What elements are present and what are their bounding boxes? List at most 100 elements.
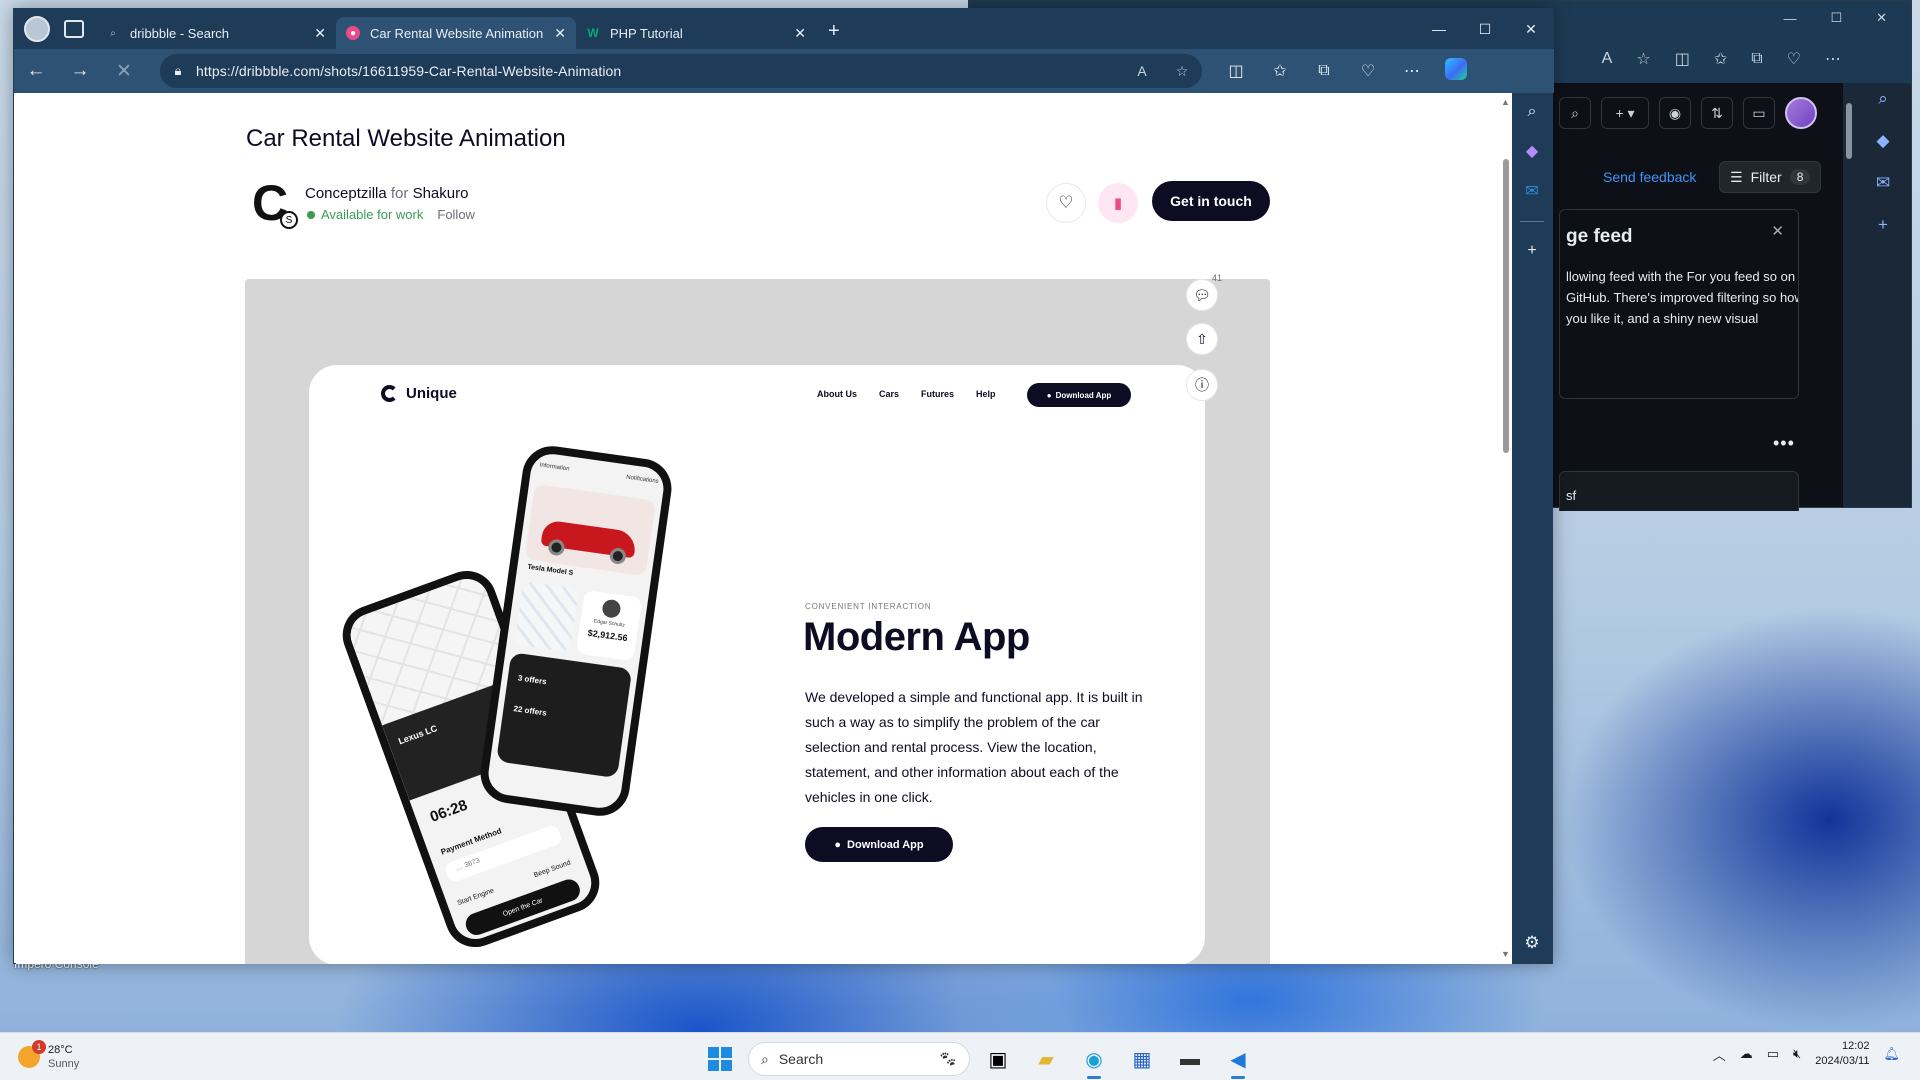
create-new-icon[interactable]: + ▾ xyxy=(1601,97,1649,129)
more-icon[interactable]: ⋯ xyxy=(1390,61,1434,81)
shot-media[interactable]: Unique About Us Cars Futures Help ● Down… xyxy=(245,279,1270,964)
team-name[interactable]: Shakuro xyxy=(413,185,469,202)
weather-text: 28°C Sunny xyxy=(48,1043,79,1071)
search-icon[interactable]: ⌕ xyxy=(1528,103,1537,121)
cloud-offline-icon[interactable]: ☁ xyxy=(1740,1046,1753,1062)
author-name[interactable]: Conceptzilla xyxy=(305,185,387,202)
close-icon[interactable]: ✕ xyxy=(1771,222,1784,240)
tab-dribbble-search[interactable]: ⌕ dribbble - Search ✕ xyxy=(96,17,336,49)
add-icon[interactable]: + xyxy=(1527,242,1536,260)
search-icon[interactable]: ⌕ xyxy=(1878,89,1888,109)
weather-widget[interactable]: 1 28°C Sunny xyxy=(18,1040,79,1071)
close-tab-icon[interactable]: ✕ xyxy=(314,25,326,42)
store-icon[interactable]: ▦ xyxy=(1122,1039,1162,1079)
info-button[interactable]: ⓘ xyxy=(1186,369,1218,401)
url-text[interactable]: https://dribbble.com/shots/16611959-Car-… xyxy=(196,63,1122,79)
back-icon[interactable]: ← xyxy=(14,60,58,82)
eyebrow-text: CONVENIENT INTERACTION xyxy=(805,602,932,611)
tab-car-rental[interactable]: ● Car Rental Website Animation by ✕ xyxy=(336,17,576,49)
collections-icon[interactable]: ⧉ xyxy=(1751,50,1762,68)
phone-mockup: Information Notifications Tesla Model S xyxy=(476,442,676,820)
close-icon[interactable]: ✕ xyxy=(1876,10,1887,26)
dribbble-icon: ● xyxy=(346,26,360,40)
notification-bell-icon[interactable]: 🔔︎ xyxy=(1883,1046,1900,1062)
filter-label: Filter xyxy=(1750,169,1782,185)
clock[interactable]: 12:02 2024/03/11 xyxy=(1815,1039,1869,1069)
scrollbar[interactable]: ▲ ▼ xyxy=(1500,93,1512,963)
get-in-touch-button[interactable]: Get in touch xyxy=(1152,181,1270,221)
offers-panel: 3 offers 22 offers xyxy=(496,652,633,779)
feed-item[interactable]: sf xyxy=(1559,471,1799,511)
copilot-icon[interactable] xyxy=(1434,57,1478,85)
vscode-icon[interactable]: ◀ xyxy=(1218,1039,1258,1079)
pull-requests-icon[interactable]: ⇅ xyxy=(1701,97,1733,129)
close-icon[interactable]: ✕ xyxy=(1508,21,1554,38)
maximize-icon[interactable]: ☐ xyxy=(1462,21,1508,38)
share-icon: ⇧ xyxy=(1196,330,1208,347)
performance-icon[interactable]: ♡ xyxy=(1787,49,1801,69)
gear-icon[interactable]: ⚙ xyxy=(1524,933,1539,953)
display-icon[interactable]: ▭ xyxy=(1767,1046,1779,1062)
scrollbar[interactable] xyxy=(1843,83,1855,507)
close-tab-icon[interactable]: ✕ xyxy=(794,25,806,42)
availability-text[interactable]: Available for work xyxy=(321,207,423,222)
favorite-icon[interactable]: ☆ xyxy=(1636,49,1650,69)
search-icon[interactable]: ⌕ xyxy=(1559,97,1591,129)
read-aloud-icon[interactable]: A xyxy=(1122,63,1162,79)
split-screen-icon[interactable]: ◫ xyxy=(1214,61,1258,81)
scroll-up-icon[interactable]: ▲ xyxy=(1501,97,1510,107)
issues-icon[interactable]: ◉ xyxy=(1659,97,1691,129)
copilot-icon[interactable]: ◆ xyxy=(1526,141,1538,161)
outlook-icon[interactable]: ✉ xyxy=(1876,173,1890,193)
offers-count: 3 offers xyxy=(517,673,548,687)
task-view-icon[interactable]: ▣ xyxy=(978,1039,1018,1079)
favorites-icon[interactable]: ✩ xyxy=(1258,61,1302,81)
tab-php-tutorial[interactable]: W PHP Tutorial ✕ xyxy=(576,17,816,49)
send-feedback-link[interactable]: Send feedback xyxy=(1603,169,1696,185)
volume-muted-icon[interactable]: 🔇︎ xyxy=(1793,1046,1801,1062)
chevron-up-icon[interactable]: ︿ xyxy=(1713,1045,1726,1064)
tab-actions-icon[interactable] xyxy=(64,20,84,38)
scrollbar-thumb[interactable] xyxy=(1846,103,1852,159)
copilot-icon[interactable]: ◆ xyxy=(1876,131,1889,151)
collections-icon[interactable]: ⧉ xyxy=(1302,62,1346,80)
follow-link[interactable]: Follow xyxy=(437,207,475,222)
favorite-icon[interactable]: ☆ xyxy=(1162,63,1202,80)
new-tab-icon[interactable]: + xyxy=(828,20,840,43)
shot-nav: About Us Cars Futures Help xyxy=(817,389,996,399)
edge-icon[interactable]: ◉ xyxy=(1074,1039,1114,1079)
inbox-icon[interactable]: ▭ xyxy=(1743,97,1775,129)
start-icon[interactable] xyxy=(708,1047,732,1071)
minimize-icon[interactable]: — xyxy=(1783,11,1796,26)
share-button[interactable]: ⇧ xyxy=(1186,323,1218,355)
filter-button[interactable]: ☰ Filter 8 xyxy=(1719,161,1822,193)
like-button[interactable]: ♡ xyxy=(1046,183,1086,223)
page-viewport: Car Rental Website Animation C S Concept… xyxy=(16,93,1512,964)
file-explorer-icon[interactable]: ▰ xyxy=(1026,1039,1066,1079)
scroll-down-icon[interactable]: ▼ xyxy=(1501,949,1510,959)
more-options-icon[interactable]: ••• xyxy=(1773,433,1795,454)
comments-button[interactable]: 💬︎ xyxy=(1186,279,1218,311)
edge-browser-window[interactable]: ⌕ dribbble - Search ✕ ● Car Rental Websi… xyxy=(13,8,1554,964)
add-icon[interactable]: + xyxy=(1878,215,1888,235)
start-engine-label: Start Engine xyxy=(456,887,496,908)
forward-icon[interactable]: → xyxy=(58,60,102,82)
taskbar-search[interactable]: ⌕ Search 🐾︎ xyxy=(748,1042,970,1076)
lock-icon[interactable]: 🔒︎ xyxy=(160,63,196,79)
avatar[interactable] xyxy=(1785,97,1817,129)
favorites-icon[interactable]: ✩ xyxy=(1714,49,1727,69)
profile-avatar[interactable] xyxy=(24,16,50,42)
read-aloud-icon[interactable]: A xyxy=(1602,50,1613,68)
scrollbar-thumb[interactable] xyxy=(1503,159,1509,453)
bookmark-button[interactable]: ▮ xyxy=(1098,183,1138,223)
address-bar[interactable]: 🔒︎ https://dribbble.com/shots/16611959-C… xyxy=(160,54,1202,88)
more-icon[interactable]: ⋯ xyxy=(1825,49,1841,69)
terminal-icon[interactable]: ▬ xyxy=(1170,1039,1210,1079)
split-screen-icon[interactable]: ◫ xyxy=(1675,49,1690,69)
stop-loading-icon[interactable]: ✕ xyxy=(102,60,146,83)
performance-icon[interactable]: ♡ xyxy=(1346,61,1390,81)
maximize-icon[interactable]: ☐ xyxy=(1830,10,1842,26)
minimize-icon[interactable]: — xyxy=(1416,21,1462,37)
outlook-icon[interactable]: ✉ xyxy=(1525,181,1538,201)
close-tab-icon[interactable]: ✕ xyxy=(554,25,566,42)
